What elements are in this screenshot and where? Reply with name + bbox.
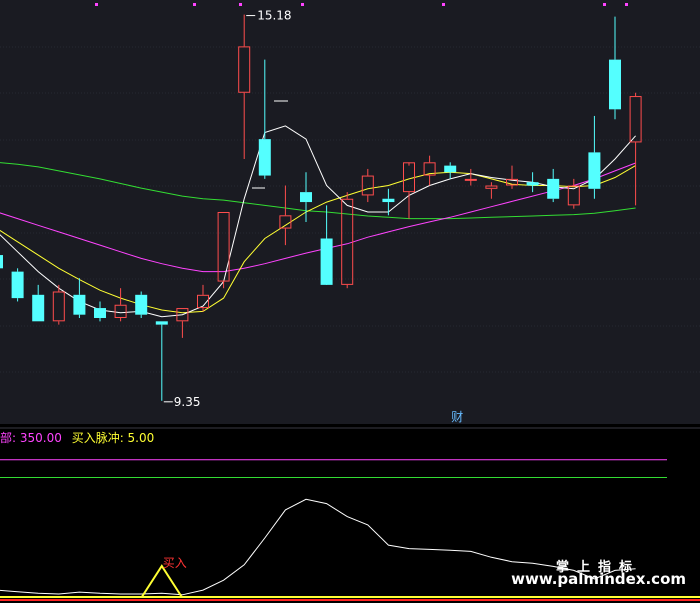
candle-body — [526, 182, 539, 186]
low-price-label: 9.35 — [174, 395, 201, 409]
top-dot-2 — [239, 3, 242, 6]
candle-body — [32, 294, 45, 322]
candle-body — [135, 294, 148, 315]
legend-item-buy-pulse: 买入脉冲: 5.00 — [71, 431, 155, 445]
stock-chart: 15.18 9.35 财 买入 — [0, 0, 700, 603]
top-dot-3 — [301, 3, 304, 6]
candle-body — [258, 139, 271, 176]
candle-body — [73, 294, 86, 315]
candle-body — [444, 165, 457, 173]
candle-body — [547, 178, 560, 199]
top-dot-6 — [625, 3, 628, 6]
indicator-legend: 部: 350.00 买入脉冲: 5.00 — [0, 429, 160, 446]
candle-body — [11, 271, 24, 299]
event-marker: 财 — [451, 410, 463, 424]
candle-body — [464, 178, 477, 181]
candle-1 — [11, 268, 24, 302]
candle-body — [94, 308, 106, 318]
candle-body — [300, 192, 312, 203]
candle-7 — [135, 291, 148, 318]
candle-body — [155, 321, 168, 325]
top-dot-4 — [442, 3, 445, 6]
legend-item-top-level: 部: 350.00 — [0, 431, 62, 445]
candle-body — [588, 152, 601, 189]
candle-body — [382, 198, 395, 203]
top-dot-5 — [603, 3, 606, 6]
candle-body — [0, 255, 3, 269]
watermark-url: www.palmindex.com — [511, 570, 686, 588]
top-dot-0 — [95, 3, 98, 6]
buy-pulse-triangle — [140, 564, 183, 598]
top-dot-1 — [193, 3, 196, 6]
buy-signal: 买入 — [140, 556, 187, 598]
buy-label: 买入 — [163, 556, 187, 570]
indicator-levels — [0, 459, 667, 479]
candle-body — [609, 59, 621, 110]
main-panel-background — [0, 0, 700, 424]
high-price-label: 15.18 — [257, 9, 291, 23]
candle-body — [320, 238, 333, 285]
